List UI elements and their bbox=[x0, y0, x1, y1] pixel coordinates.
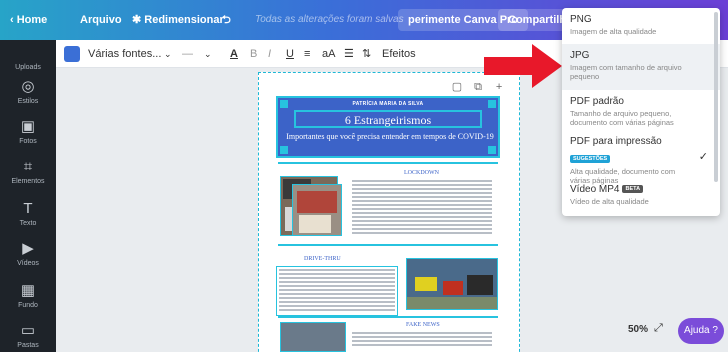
font-family-select[interactable]: Várias fontes... bbox=[88, 40, 161, 68]
effects-button[interactable]: Efeitos bbox=[382, 40, 416, 68]
option-mp4[interactable]: Vídeo MP4 BETA Vídeo de alta qualidade bbox=[562, 178, 720, 216]
color-swatch[interactable] bbox=[64, 46, 80, 62]
lockdown-photo-2[interactable] bbox=[292, 184, 342, 236]
option-png[interactable]: PNG Imagem de alta qualidade bbox=[562, 8, 720, 46]
download-format-menu: PNG Imagem de alta qualidade JPG Imagem … bbox=[562, 8, 720, 216]
chevron-down-icon[interactable]: ⌄ bbox=[164, 40, 172, 68]
drive-thru-photo[interactable] bbox=[406, 258, 498, 310]
document-title: 6 Estrangeirismos bbox=[344, 113, 432, 127]
font-size-input[interactable]: — bbox=[182, 40, 193, 68]
sidebar-item-styles[interactable]: ◎ Estilos bbox=[0, 74, 56, 118]
case-icon[interactable]: aA bbox=[322, 40, 335, 68]
suggestion-badge: SUGESTÕES bbox=[570, 155, 611, 163]
document-header[interactable]: PATRÍCIA MARIA DA SILVA 6 Estrangeirismo… bbox=[276, 96, 500, 158]
fake-news-text bbox=[352, 332, 492, 348]
divider bbox=[278, 162, 498, 164]
undo-icon[interactable]: ⮌ bbox=[222, 0, 231, 40]
elements-icon: ⌗ bbox=[23, 158, 33, 175]
sidebar-item-background[interactable]: ▦ Fundo bbox=[0, 278, 56, 322]
corner-decoration bbox=[280, 146, 288, 154]
spacing-icon[interactable]: ⇅ bbox=[362, 40, 371, 68]
document-subtitle: Importantes que você precisa entender em… bbox=[286, 132, 494, 141]
text-icon: T bbox=[23, 200, 33, 217]
folder-icon: ▭ bbox=[20, 322, 36, 339]
italic-icon[interactable]: I bbox=[268, 40, 271, 68]
divider bbox=[278, 316, 498, 318]
note-icon[interactable]: ▢ bbox=[448, 80, 466, 93]
sidebar-item-folders[interactable]: ▭ Pastas bbox=[0, 318, 56, 352]
upload-icon bbox=[17, 44, 39, 62]
save-status: Todas as alterações foram salvas bbox=[255, 14, 404, 25]
text-color-icon[interactable]: A bbox=[230, 40, 238, 68]
option-pdf-standard[interactable]: PDF padrão Tamanho de arquivo pequeno, d… bbox=[562, 90, 720, 130]
section-title-fake-news: FAKE NEWS bbox=[406, 322, 440, 328]
help-button[interactable]: Ajuda ? bbox=[678, 318, 724, 344]
zoom-level[interactable]: 50% bbox=[628, 324, 648, 335]
section-title-drive-thru: DRIVE-THRU bbox=[304, 256, 341, 262]
chevron-left-icon: ‹ bbox=[10, 14, 17, 26]
red-arrow-icon bbox=[484, 44, 562, 88]
left-sidebar: Uploads ◎ Estilos ▣ Fotos ⌗ Elementos T … bbox=[0, 40, 56, 352]
option-jpg[interactable]: JPG Imagem com tamanho de arquivo pequen… bbox=[562, 44, 720, 90]
background-icon: ▦ bbox=[20, 282, 36, 299]
drive-thru-text bbox=[276, 266, 398, 316]
home-button[interactable]: ‹ Home bbox=[10, 0, 47, 40]
check-icon: ✓ bbox=[698, 151, 708, 163]
sidebar-item-text[interactable]: T Texto bbox=[0, 196, 56, 240]
corner-decoration bbox=[488, 146, 496, 154]
sidebar-item-photos[interactable]: ▣ Fotos bbox=[0, 114, 56, 158]
fullscreen-icon[interactable]: ⤢ bbox=[654, 322, 663, 335]
lockdown-text bbox=[352, 180, 492, 236]
menu-scrollbar[interactable] bbox=[714, 12, 718, 182]
section-title-lockdown: LOCKDOWN bbox=[404, 170, 439, 176]
sidebar-item-videos[interactable]: ▶ Vídeos bbox=[0, 236, 56, 280]
underline-icon[interactable]: U bbox=[286, 40, 294, 68]
share-button[interactable]: Compartilhar bbox=[498, 9, 568, 31]
author-name: PATRÍCIA MARIA DA SILVA bbox=[352, 101, 424, 107]
file-menu[interactable]: Arquivo bbox=[80, 0, 122, 40]
beta-badge: BETA bbox=[622, 185, 644, 194]
canva-editor: ‹ Home Arquivo ✱ Redimensionar ⮌ Todas a… bbox=[0, 0, 728, 352]
title-frame: 6 Estrangeirismos bbox=[294, 110, 482, 128]
palette-icon: ◎ bbox=[21, 78, 35, 95]
video-icon: ▶ bbox=[22, 240, 34, 257]
option-pdf-print[interactable]: PDF para impressão SUGESTÕES Alta qualid… bbox=[562, 130, 720, 185]
sidebar-item-elements[interactable]: ⌗ Elementos bbox=[0, 154, 56, 198]
star-icon: ✱ bbox=[132, 14, 145, 26]
fake-news-photo[interactable] bbox=[280, 322, 346, 352]
chevron-down-icon[interactable]: ⌄ bbox=[204, 40, 212, 68]
photo-icon: ▣ bbox=[20, 118, 36, 135]
bold-icon[interactable]: B bbox=[250, 40, 257, 68]
divider bbox=[278, 244, 498, 246]
align-icon[interactable]: ≡ bbox=[304, 40, 310, 68]
list-icon[interactable]: ☰ bbox=[344, 40, 354, 68]
resize-button[interactable]: ✱ Redimensionar bbox=[132, 0, 224, 40]
